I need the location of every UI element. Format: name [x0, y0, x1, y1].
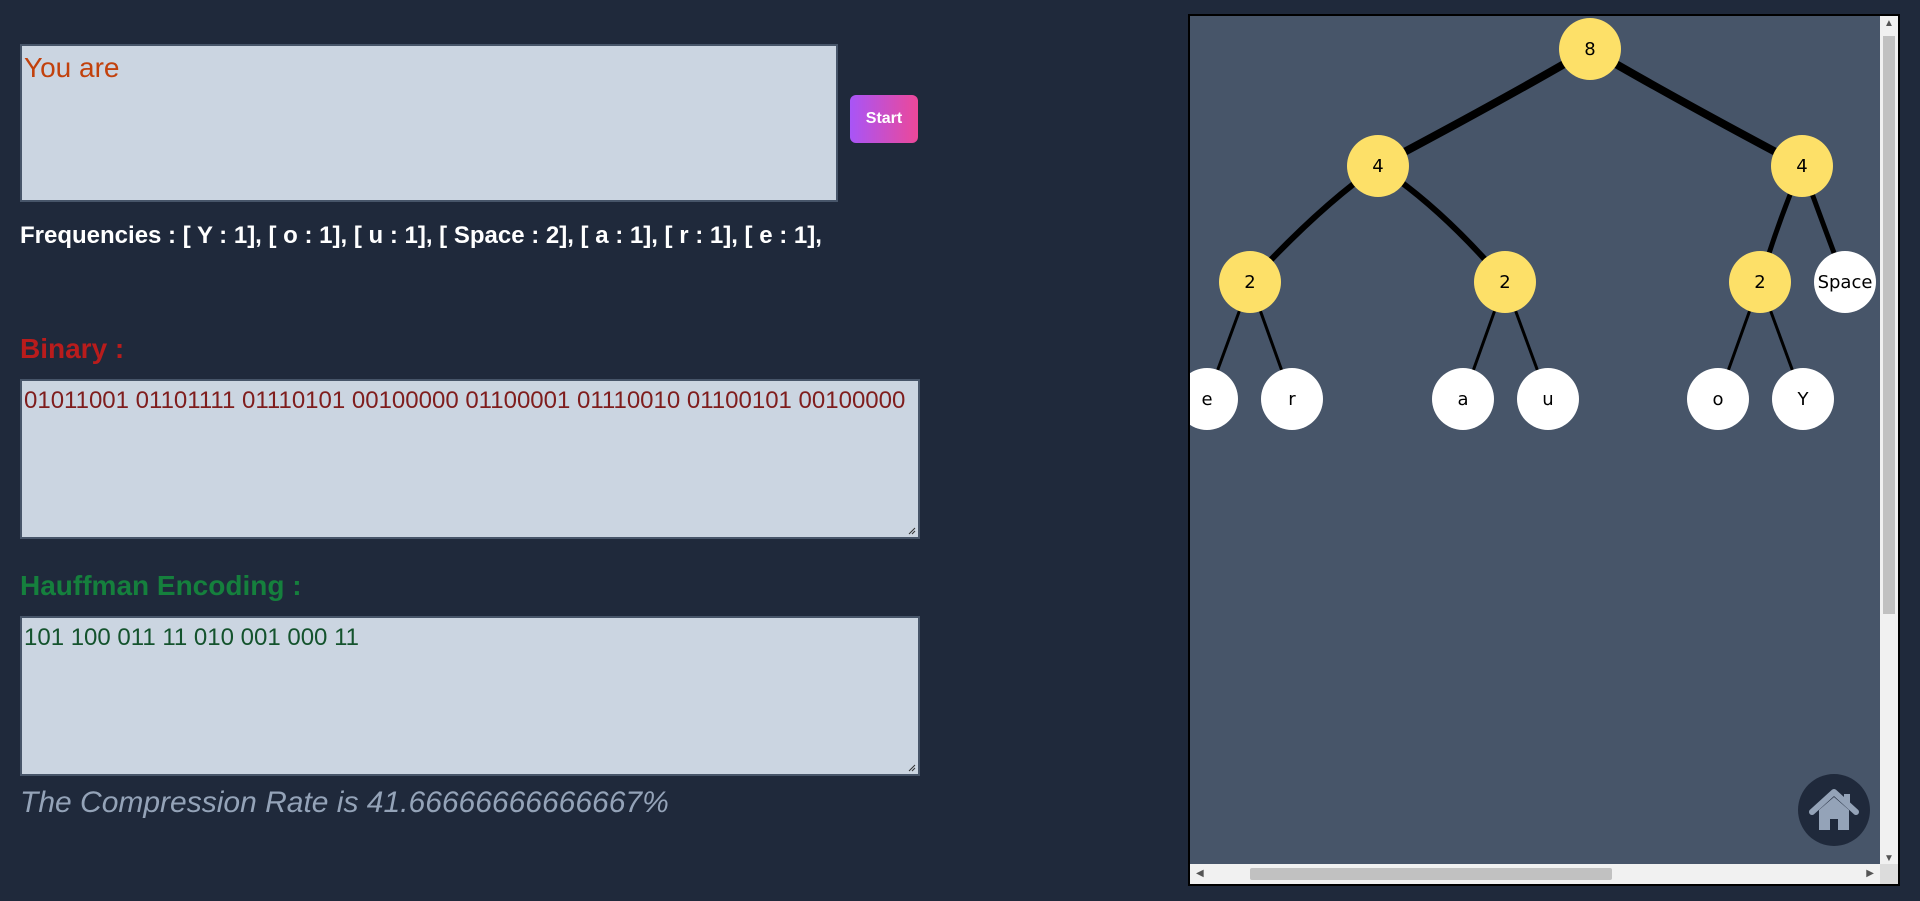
svg-text:r: r: [1288, 389, 1296, 410]
svg-text:Y: Y: [1797, 389, 1810, 410]
svg-text:2: 2: [1244, 272, 1255, 293]
start-button[interactable]: Start: [850, 95, 918, 143]
huffman-heading: Hauffman Encoding :: [20, 570, 302, 601]
compression-rate: The Compression Rate is 41.6666666666666…: [20, 786, 669, 819]
horizontal-scroll-thumb[interactable]: [1250, 868, 1612, 880]
svg-text:2: 2: [1754, 272, 1765, 293]
home-icon: [1809, 789, 1859, 830]
tree-node-leaf: o: [1687, 368, 1749, 430]
svg-text:8: 8: [1584, 39, 1595, 60]
text-input[interactable]: You are: [20, 44, 838, 202]
svg-text:e: e: [1201, 389, 1212, 410]
svg-text:Space: Space: [1818, 272, 1873, 293]
svg-text:o: o: [1712, 389, 1723, 410]
svg-text:2: 2: [1499, 272, 1510, 293]
tree-node-internal: 2: [1729, 251, 1791, 313]
tree-edge: [1587, 45, 1804, 170]
scroll-down-arrow-icon[interactable]: ▼: [1884, 853, 1894, 864]
scroll-left-arrow-icon[interactable]: ◀: [1196, 868, 1204, 879]
scrollbar-corner: [1880, 864, 1898, 884]
tree-node-internal: 2: [1219, 251, 1281, 313]
vertical-scrollbar[interactable]: ▲ ▼: [1880, 16, 1898, 866]
svg-text:4: 4: [1372, 156, 1383, 177]
tree-node-leaf: Y: [1772, 368, 1834, 430]
vertical-scroll-thumb[interactable]: [1883, 36, 1895, 614]
tree-node-leaf: Space: [1814, 251, 1876, 313]
binary-heading: Binary :: [20, 333, 125, 364]
binary-output[interactable]: 01011001 01101111 01110101 00100000 0110…: [20, 379, 920, 539]
tree-node-root: 8: [1559, 18, 1621, 80]
tree-node-leaf: u: [1517, 368, 1579, 430]
huffman-output[interactable]: 101 100 011 11 010 001 000 11: [20, 616, 920, 776]
tree-node-leaf: e: [1190, 368, 1238, 430]
tree-node-leaf: r: [1261, 368, 1323, 430]
horizontal-scrollbar[interactable]: ◀ ▶: [1190, 864, 1880, 884]
huffman-tree: 8 4 4 2 2 2 Space e r a u o Y: [1190, 18, 1876, 430]
resize-grip-icon[interactable]: [906, 525, 916, 535]
frequencies-text: Frequencies : [ Y : 1], [ o : 1], [ u : …: [20, 222, 822, 249]
tree-node-internal: 4: [1771, 135, 1833, 197]
tree-node-internal: 2: [1474, 251, 1536, 313]
resize-grip-icon[interactable]: [906, 762, 916, 772]
svg-text:u: u: [1542, 389, 1553, 410]
scroll-up-arrow-icon[interactable]: ▲: [1884, 18, 1894, 29]
binary-output-text: 01011001 01101111 01110101 00100000 0110…: [24, 387, 906, 414]
svg-text:4: 4: [1796, 156, 1807, 177]
tree-edge: [1376, 45, 1593, 170]
svg-text:a: a: [1457, 389, 1468, 410]
home-button[interactable]: [1798, 774, 1870, 846]
tree-panel[interactable]: 8 4 4 2 2 2 Space e r a u o Y ▲ ▼ ◀ ▶: [1188, 14, 1900, 886]
tree-node-internal: 4: [1347, 135, 1409, 197]
scroll-right-arrow-icon[interactable]: ▶: [1866, 868, 1874, 879]
tree-node-leaf: a: [1432, 368, 1494, 430]
huffman-output-text: 101 100 011 11 010 001 000 11: [24, 624, 359, 651]
